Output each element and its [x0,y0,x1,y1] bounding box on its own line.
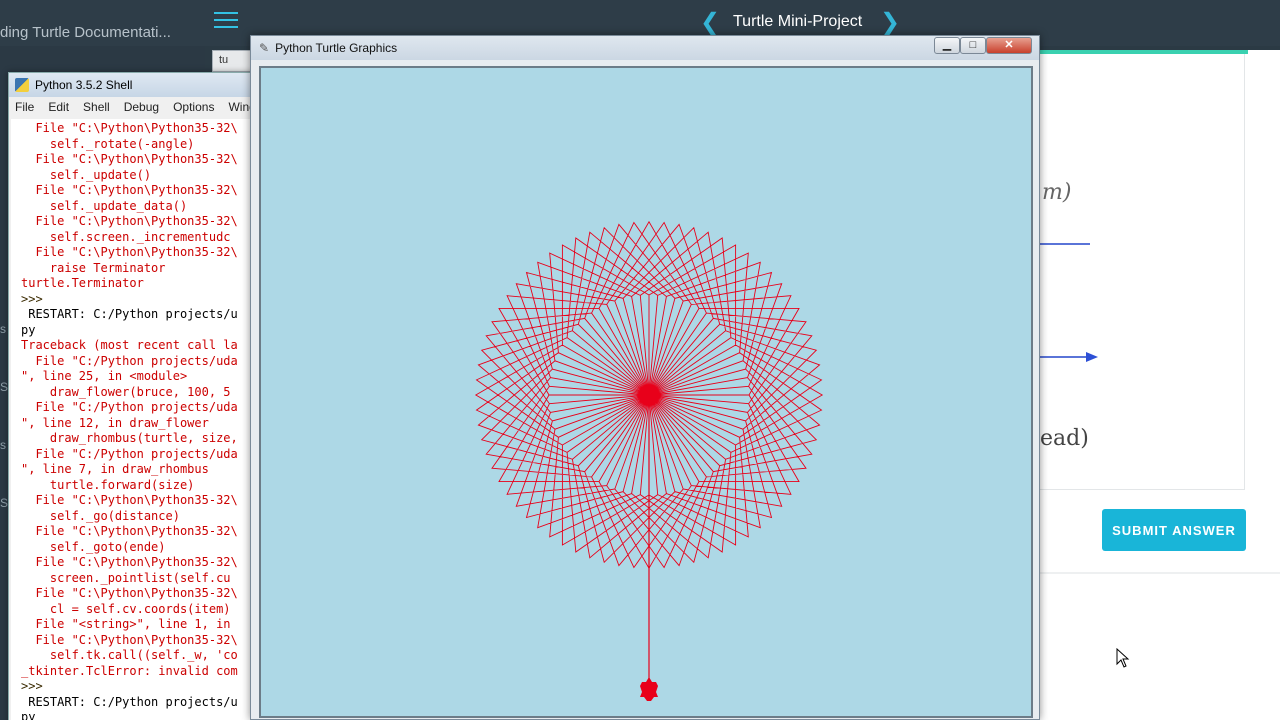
shell-line: File "C:\Python\Python35-32\ [21,121,238,135]
shell-line: turtle.Terminator [21,276,144,290]
left-edge-glyph: s [0,438,6,452]
turtle-cursor-icon [640,677,658,701]
turtle-graphics-window[interactable]: ✎ Python Turtle Graphics ▁ □ ✕ [250,35,1040,720]
menu-options[interactable]: Options [173,100,214,114]
shell-line: self._rotate(-angle) [21,136,195,151]
shell-line: Traceback (most recent call la [21,338,238,352]
menu-edit[interactable]: Edit [48,100,69,114]
shell-line: File "C:\Python\Python35-32\ [21,245,238,259]
shell-line: File "C:\Python\Python35-32\ [21,183,238,197]
shell-line: cl = self.cv.coords(item) [21,601,231,616]
turtle-window-title: Python Turtle Graphics [275,41,398,55]
shell-output[interactable]: File "C:\Python\Python35-32\ self._rotat… [11,119,255,720]
shell-line: _tkinter.TclError: invalid com [21,663,238,678]
shell-line: File "C:\Python\Python35-32\ [21,493,238,507]
shell-line: self._go(distance) [21,508,180,523]
shell-line: >>> [21,291,50,306]
shell-line: File "C:/Python projects/uda [21,353,238,368]
shell-line: py [21,710,36,720]
shell-line: >>> [21,679,50,693]
quiz-card [1040,54,1245,490]
chevron-left-icon[interactable]: ❮ [700,8,720,37]
menu-file[interactable]: File [15,100,34,114]
shell-title: Python 3.5.2 Shell [35,78,133,92]
shell-line: turtle.forward(size) [21,477,195,492]
diagram-line [1040,243,1090,245]
shell-line: screen._pointlist(self.cu [21,570,231,585]
shell-line: self._update_data() [21,198,188,213]
shell-line: self.tk.call((self._w, 'co [21,648,238,662]
shell-line: File "C:\Python\Python35-32\ [21,524,238,538]
shell-line: ", line 12, in draw_flower [21,415,209,430]
shell-line: draw_rhombus(turtle, size, [21,431,238,445]
left-edge-fragments: s S s S [0,300,8,532]
shell-line: File "C:\Python\Python35-32\ [21,555,238,569]
hamburger-menu-icon[interactable] [214,12,238,32]
lesson-title: Turtle Mini-Project [733,13,863,30]
shell-line: self.screen._incrementudc [21,229,231,244]
mouse-pointer-icon [1116,648,1130,668]
feather-icon: ✎ [259,41,270,55]
turtle-canvas[interactable] [259,66,1033,718]
shell-line: File "C:\Python\Python35-32\ [21,152,238,166]
shell-line: RESTART: C:/Python projects/u [21,307,238,321]
menu-shell[interactable]: Shell [83,100,110,114]
shell-line: draw_flower(bruce, 100, 5 [21,384,231,399]
flower-drawing [474,220,824,701]
shell-line: ", line 7, in draw_rhombus [21,462,209,476]
diagram-arrow-line [1040,356,1092,358]
shell-line: RESTART: C:/Python projects/u [21,694,238,709]
shell-line: raise Terminator [21,260,166,275]
submit-answer-button[interactable]: SUBMIT ANSWER [1102,509,1246,551]
shell-line: py [21,322,36,337]
shell-titlebar[interactable]: Python 3.5.2 Shell [9,73,257,97]
maximize-button[interactable]: □ [960,37,986,54]
shell-line: File "C:\Python\Python35-32\ [21,586,238,600]
shell-line: File "<string>", line 1, in [21,617,231,631]
python-logo-icon [15,78,29,92]
handwritten-note-1: m) [1042,180,1072,205]
left-edge-glyph: S [0,496,9,510]
shell-line: self._update() [21,167,152,182]
chevron-right-icon[interactable]: ❯ [880,8,900,37]
left-edge-glyph: S [0,380,9,394]
left-edge-glyph: s [0,322,6,336]
turtle-titlebar[interactable]: ✎ Python Turtle Graphics ▁ □ ✕ [251,36,1039,60]
shell-line: File "C:\Python\Python35-32\ [21,632,238,647]
shell-line: ", line 25, in <module> [21,369,188,383]
shell-menubar: File Edit Shell Debug Options Wind [9,97,257,117]
shell-line: File "C:/Python projects/uda [21,400,238,414]
divider [1040,572,1280,574]
left-tab-title[interactable]: ding Turtle Documentati... [0,24,171,41]
shell-line: File "C:\Python\Python35-32\ [21,214,238,228]
handwritten-note-2: ead) [1040,426,1089,451]
menu-debug[interactable]: Debug [124,100,159,114]
shell-line: File "C:/Python projects/uda [21,446,238,461]
python-shell-window[interactable]: Python 3.5.2 Shell File Edit Shell Debug… [8,72,258,720]
minimize-button[interactable]: ▁ [934,37,960,54]
shell-line: self._goto(ende) [21,539,166,554]
close-button[interactable]: ✕ [986,37,1032,54]
